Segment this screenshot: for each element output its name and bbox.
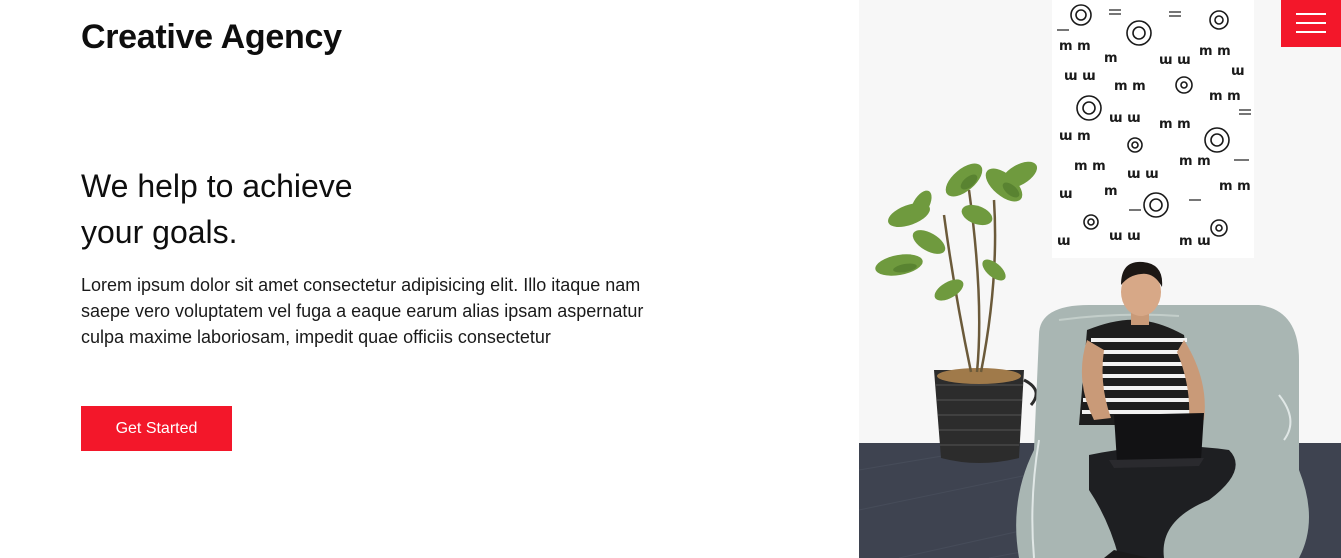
- svg-text:m: m: [1104, 51, 1118, 66]
- svg-text:m m: m m: [1209, 89, 1241, 104]
- svg-text:m m: m m: [1159, 117, 1191, 132]
- svg-text:ɯ: ɯ: [1231, 64, 1245, 79]
- hero-title: We help to achieve your goals.: [81, 163, 441, 255]
- svg-text:m m: m m: [1059, 39, 1091, 54]
- svg-text:m m: m m: [1199, 44, 1231, 59]
- svg-text:ɯ ɯ: ɯ ɯ: [1159, 53, 1191, 68]
- hero-image: m mmɯ ɯ m mɯ ɯ ɯm mm m ɯ mɯ ɯm m m mɯ ɯm…: [859, 0, 1341, 558]
- svg-text:m m: m m: [1074, 159, 1106, 174]
- get-started-button[interactable]: Get Started: [81, 406, 232, 451]
- brand-logo[interactable]: Creative Agency: [81, 18, 342, 57]
- svg-text:ɯ ɯ: ɯ ɯ: [1109, 229, 1141, 244]
- hamburger-menu-button[interactable]: [1281, 0, 1341, 47]
- svg-text:m ɯ: m ɯ: [1179, 234, 1211, 249]
- svg-text:ɯ ɯ: ɯ ɯ: [1109, 111, 1141, 126]
- hero-title-line-1: We help to achieve: [81, 168, 353, 204]
- wall-poster: m mm ɯ ɯ m mɯ ɯ ɯm mm m ɯ mɯ ɯm m m mɯ ɯm…: [1052, 0, 1254, 258]
- svg-text:ɯ m: ɯ m: [1059, 129, 1091, 144]
- svg-text:m: m: [1104, 184, 1118, 199]
- svg-text:m m: m m: [1114, 79, 1146, 94]
- svg-text:m m: m m: [1179, 154, 1211, 169]
- svg-text:ɯ: ɯ: [1059, 187, 1073, 202]
- svg-text:m m: m m: [1219, 179, 1251, 194]
- svg-text:ɯ ɯ: ɯ ɯ: [1127, 167, 1159, 182]
- svg-text:ɯ ɯ: ɯ ɯ: [1064, 69, 1096, 84]
- svg-text:ɯ: ɯ: [1057, 234, 1071, 249]
- hero-title-line-2: your goals.: [81, 214, 238, 250]
- hero-description: Lorem ipsum dolor sit amet consectetur a…: [81, 275, 644, 347]
